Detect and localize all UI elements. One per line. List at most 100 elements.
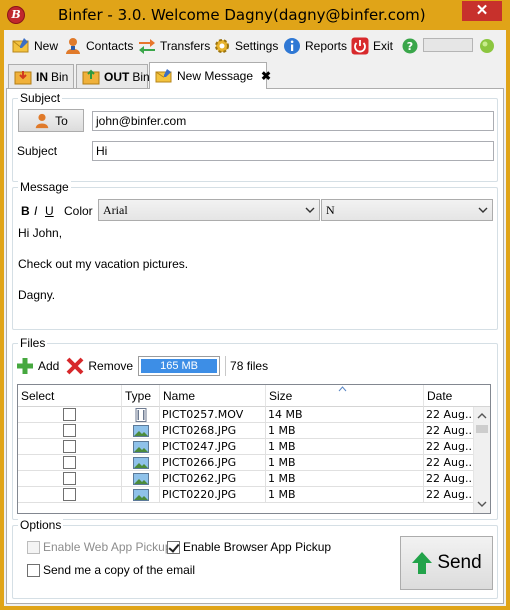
browser-app-pickup-checkbox[interactable]: [167, 540, 180, 554]
files-scrollbar[interactable]: [473, 407, 490, 513]
files-toolbar: Add Remove 165 MB 78 files: [16, 356, 268, 376]
select-cell: [18, 487, 122, 503]
font-select-value: Arial: [103, 202, 128, 217]
message-line: Dagny.: [18, 288, 56, 302]
message-line: Check out my vacation pictures.: [18, 257, 189, 271]
help-button[interactable]: ?: [401, 35, 423, 57]
underline-button[interactable]: U: [45, 204, 54, 218]
main-toolbar: New Contacts Transfers Settings Reports …: [4, 30, 506, 60]
chevron-down-icon: [478, 207, 488, 213]
remove-files-button[interactable]: Remove: [66, 357, 133, 375]
power-icon: [351, 37, 369, 55]
column-header-size[interactable]: Size: [266, 385, 424, 407]
row-select-checkbox[interactable]: [63, 488, 76, 501]
reports-label: Reports: [305, 39, 348, 53]
table-row[interactable]: PICT0266.JPG 1 MB 22 Aug...: [18, 455, 474, 471]
new-message-panel: Subject To john@binfer.com Subject Hi Me…: [6, 88, 504, 604]
message-editor[interactable]: Hi John, Check out my vacation pictures.…: [18, 226, 494, 326]
send-copy-checkbox[interactable]: [27, 563, 40, 577]
out-bin-icon: [82, 69, 100, 84]
to-input[interactable]: john@binfer.com: [92, 111, 494, 131]
transfer-progress-bar: [423, 38, 473, 52]
subject-input[interactable]: Hi: [92, 141, 494, 161]
reports-button[interactable]: Reports: [283, 35, 347, 57]
date-cell: 22 Aug...: [426, 455, 474, 471]
to-button-label: To: [55, 113, 68, 128]
scrollbar-thumb[interactable]: [476, 425, 488, 433]
size-cell: 14 MB: [266, 407, 424, 423]
tab-in-bin[interactable]: IN Bin: [8, 64, 74, 88]
svg-text:?: ?: [407, 40, 413, 53]
row-select-checkbox[interactable]: [63, 424, 76, 437]
web-app-pickup-option: Enable Web App Pickup: [27, 540, 172, 554]
remove-label: Remove: [88, 359, 134, 373]
scroll-down-icon[interactable]: [474, 497, 490, 511]
table-row[interactable]: PICT0247.JPG 1 MB 22 Aug...: [18, 439, 474, 455]
settings-button[interactable]: Settings: [213, 35, 278, 57]
row-select-checkbox[interactable]: [63, 472, 76, 485]
files-group: Files Add Remove 165 MB 78 files Select …: [12, 336, 498, 520]
column-header-select[interactable]: Select: [18, 385, 122, 407]
title-bar[interactable]: B Binfer - 3.0. Welcome Dagny(dagny@binf…: [0, 0, 510, 30]
send-copy-option[interactable]: Send me a copy of the email: [27, 563, 195, 577]
select-cell: [18, 439, 122, 455]
to-button[interactable]: To: [18, 109, 84, 132]
bold-button[interactable]: B: [21, 204, 30, 218]
new-button[interactable]: New: [12, 35, 58, 57]
date-cell: 22 Aug...: [426, 423, 474, 439]
transfers-label: Transfers: [160, 39, 211, 53]
type-cell: [122, 487, 160, 503]
new-envelope-icon: [12, 38, 29, 53]
status-online-icon: [480, 39, 494, 53]
browser-app-pickup-label: Enable Browser App Pickup: [183, 540, 332, 554]
window-close-button[interactable]: ✕: [462, 1, 502, 21]
tab-out-bin[interactable]: OUT Bin: [76, 64, 150, 88]
row-select-checkbox[interactable]: [63, 408, 76, 421]
italic-button[interactable]: I: [34, 204, 37, 218]
add-files-button[interactable]: Add: [16, 357, 59, 375]
size-select[interactable]: N: [321, 199, 493, 221]
select-cell: [18, 455, 122, 471]
table-row[interactable]: PICT0262.JPG 1 MB 22 Aug...: [18, 471, 474, 487]
name-cell: PICT0268.JPG: [160, 423, 266, 439]
send-button[interactable]: Send: [400, 536, 493, 590]
contacts-button[interactable]: Contacts: [64, 35, 133, 57]
type-cell: [122, 423, 160, 439]
image-file-icon: [133, 457, 149, 469]
tab-close-icon[interactable]: ✖: [261, 69, 271, 83]
send-copy-label: Send me a copy of the email: [43, 563, 196, 577]
movie-file-icon: [135, 408, 147, 422]
subject-group-label: Subject: [18, 91, 63, 105]
column-header-name[interactable]: Name: [160, 385, 266, 407]
status-button[interactable]: [478, 35, 500, 57]
tab-new-message[interactable]: New Message ✖: [149, 62, 271, 89]
transfers-button[interactable]: Transfers: [138, 35, 210, 57]
size-cell: 1 MB: [266, 423, 424, 439]
table-row[interactable]: PICT0268.JPG 1 MB 22 Aug...: [18, 423, 474, 439]
column-header-date[interactable]: Date: [424, 385, 490, 407]
browser-app-pickup-option[interactable]: Enable Browser App Pickup: [167, 540, 331, 554]
font-select[interactable]: Arial: [98, 199, 320, 221]
add-label: Add: [38, 359, 60, 373]
binfer-logo-icon[interactable]: B: [7, 6, 25, 24]
color-button[interactable]: Color: [64, 204, 93, 218]
table-row[interactable]: PICT0220.JPG 1 MB 22 Aug...: [18, 487, 474, 503]
date-cell: 22 Aug...: [426, 407, 474, 423]
in-bin-icon: [14, 70, 32, 84]
type-cell: [122, 471, 160, 487]
info-icon: [284, 38, 300, 54]
message-group: Message B I U Color Arial N Hi John, Che…: [12, 180, 498, 330]
exit-button[interactable]: Exit: [351, 35, 393, 57]
row-select-checkbox[interactable]: [63, 440, 76, 453]
total-size-meter: 165 MB: [138, 356, 221, 376]
contact-person-icon: [66, 38, 80, 54]
settings-label: Settings: [235, 39, 279, 53]
row-select-checkbox[interactable]: [63, 456, 76, 469]
image-file-icon: [133, 489, 149, 501]
size-cell: 1 MB: [266, 455, 424, 471]
select-cell: [18, 407, 122, 423]
scroll-up-icon[interactable]: [474, 409, 490, 423]
column-header-type[interactable]: Type: [122, 385, 160, 407]
chevron-down-icon: [305, 207, 315, 213]
table-row[interactable]: PICT0257.MOV 14 MB 22 Aug...: [18, 407, 474, 423]
